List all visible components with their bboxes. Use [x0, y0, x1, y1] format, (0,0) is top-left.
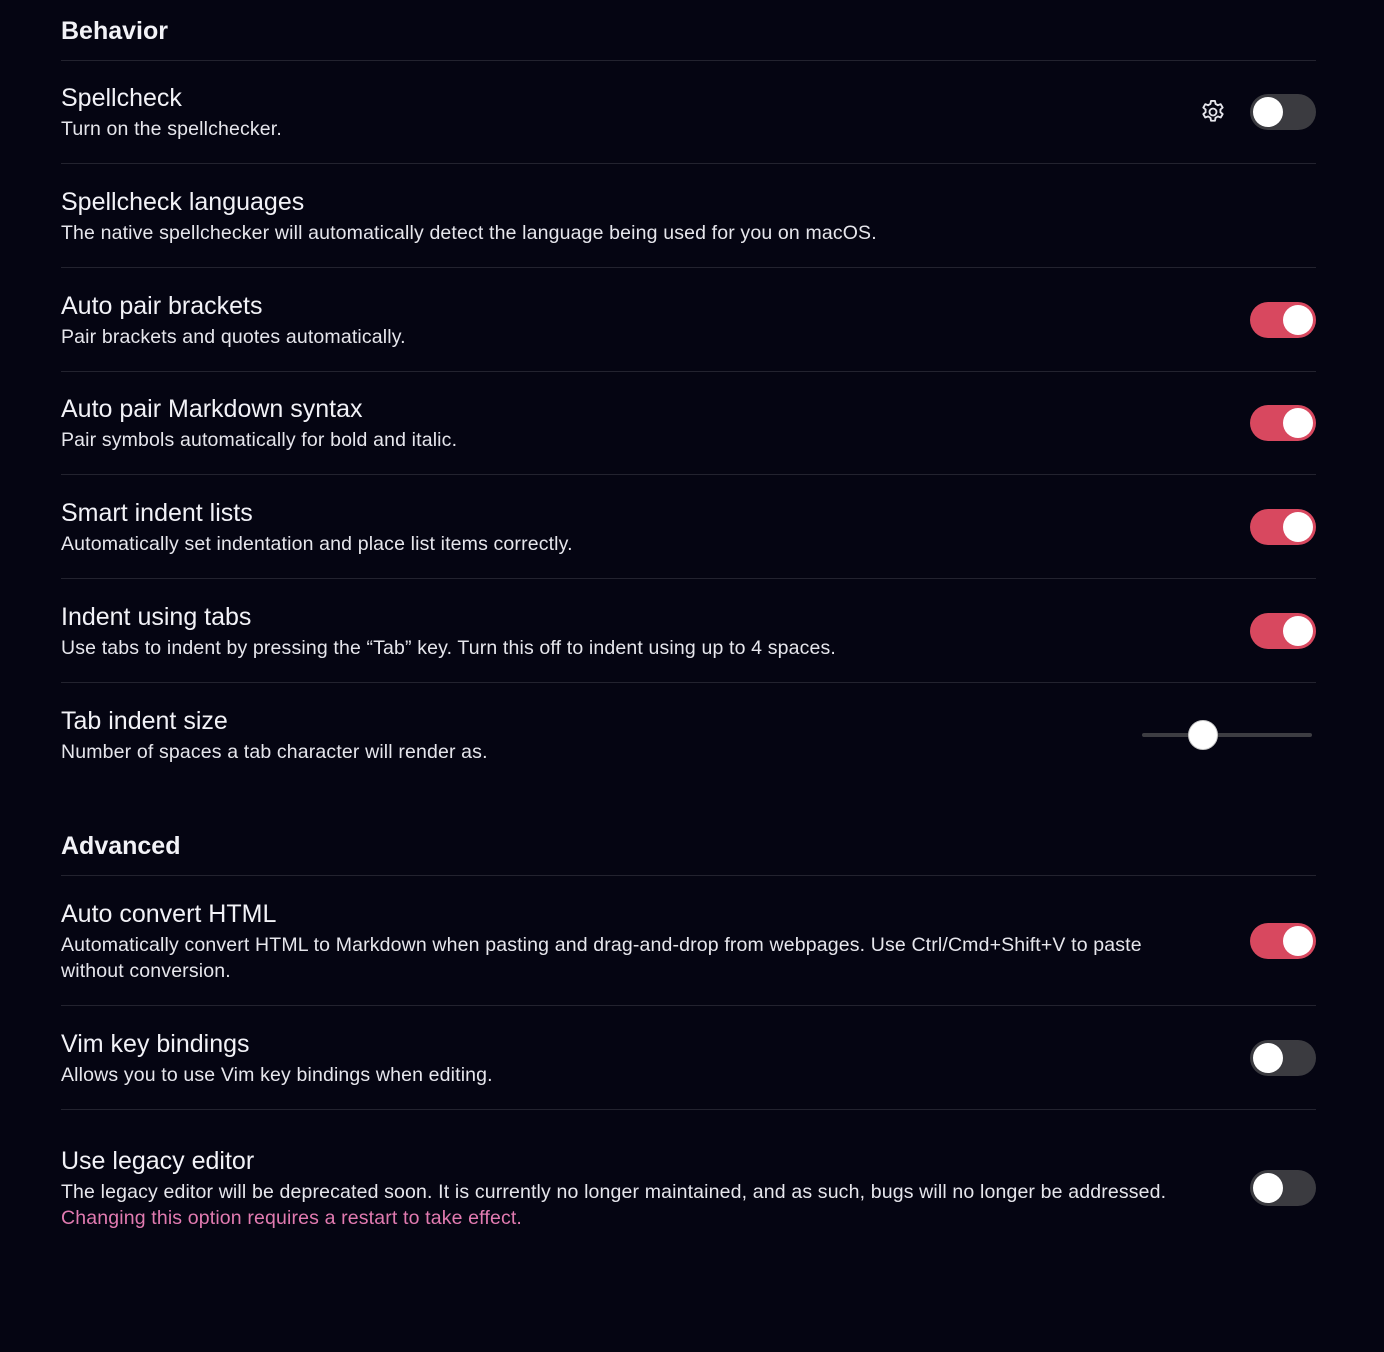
setting-description: Automatically set indentation and place …: [61, 532, 573, 555]
auto-convert-html-toggle[interactable]: [1250, 922, 1316, 959]
setting-description: The legacy editor will be deprecated soo…: [61, 1181, 1167, 1203]
toggle-knob: [1253, 1042, 1283, 1073]
section-heading-advanced: Advanced: [61, 828, 1316, 876]
toggle-knob: [1283, 615, 1313, 646]
behavior-section: Behavior Spellcheck Turn on the spellche…: [61, 13, 1316, 786]
setting-description: Turn on the spellchecker.: [61, 118, 282, 140]
setting-description: Automatically convert HTML to Markdown w…: [61, 933, 1142, 982]
setting-name: Auto pair Markdown syntax: [61, 395, 363, 423]
spellcheck-toggle[interactable]: [1250, 94, 1316, 130]
setting-name: Indent using tabs: [61, 602, 252, 631]
toggle-knob: [1283, 408, 1313, 438]
toggle-knob: [1283, 511, 1313, 542]
setting-name: Spellcheck languages: [61, 187, 305, 216]
setting-name: Spellcheck: [61, 84, 182, 112]
setting-spellcheck-languages: Spellcheck languages The native spellche…: [61, 164, 1316, 268]
setting-indent-using-tabs: Indent using tabs Use tabs to indent by …: [61, 579, 1316, 683]
toggle-knob: [1283, 925, 1313, 956]
setting-smart-indent-lists: Smart indent lists Automatically set ind…: [61, 475, 1316, 579]
setting-legacy-editor: Use legacy editor The legacy editor will…: [61, 1110, 1316, 1266]
setting-auto-convert-html: Auto convert HTML Automatically convert …: [61, 876, 1316, 1006]
legacy-editor-toggle[interactable]: [1250, 1170, 1316, 1206]
auto-pair-brackets-toggle[interactable]: [1250, 301, 1316, 338]
setting-description: Allows you to use Vim key bindings when …: [61, 1063, 493, 1086]
setting-spellcheck: Spellcheck Turn on the spellchecker.: [61, 61, 1316, 164]
advanced-section: Advanced Auto convert HTML Automatically…: [61, 828, 1316, 1266]
slider-thumb[interactable]: [1188, 719, 1219, 750]
setting-name: Tab indent size: [61, 706, 228, 735]
toggle-knob: [1283, 304, 1313, 335]
setting-name: Vim key bindings: [61, 1029, 250, 1058]
smart-indent-lists-toggle[interactable]: [1250, 508, 1316, 545]
setting-name: Use legacy editor: [61, 1147, 255, 1175]
setting-auto-pair-markdown: Auto pair Markdown syntax Pair symbols a…: [61, 372, 1316, 475]
tab-indent-size-slider[interactable]: [1142, 719, 1312, 750]
setting-description: Pair symbols automatically for bold and …: [61, 429, 458, 451]
setting-tab-indent-size: Tab indent size Number of spaces a tab c…: [61, 683, 1316, 786]
setting-description: The native spellchecker will automatical…: [61, 221, 877, 244]
gear-icon[interactable]: [1198, 97, 1228, 127]
restart-warning: Changing this option requires a restart …: [61, 1207, 522, 1229]
toggle-knob: [1253, 1173, 1283, 1203]
indent-using-tabs-toggle[interactable]: [1250, 612, 1316, 649]
slider-track: [1142, 732, 1312, 737]
setting-name: Smart indent lists: [61, 498, 253, 527]
vim-key-bindings-toggle[interactable]: [1250, 1039, 1316, 1076]
setting-name: Auto convert HTML: [61, 899, 277, 928]
setting-description: Use tabs to indent by pressing the “Tab”…: [61, 636, 836, 659]
section-heading-behavior: Behavior: [61, 13, 1316, 61]
setting-auto-pair-brackets: Auto pair brackets Pair brackets and quo…: [61, 268, 1316, 372]
setting-name: Auto pair brackets: [61, 291, 263, 320]
auto-pair-markdown-toggle[interactable]: [1250, 405, 1316, 441]
toggle-knob: [1253, 97, 1283, 127]
setting-vim-key-bindings: Vim key bindings Allows you to use Vim k…: [61, 1006, 1316, 1110]
setting-description: Number of spaces a tab character will re…: [61, 740, 488, 763]
setting-description: Pair brackets and quotes automatically.: [61, 325, 406, 348]
